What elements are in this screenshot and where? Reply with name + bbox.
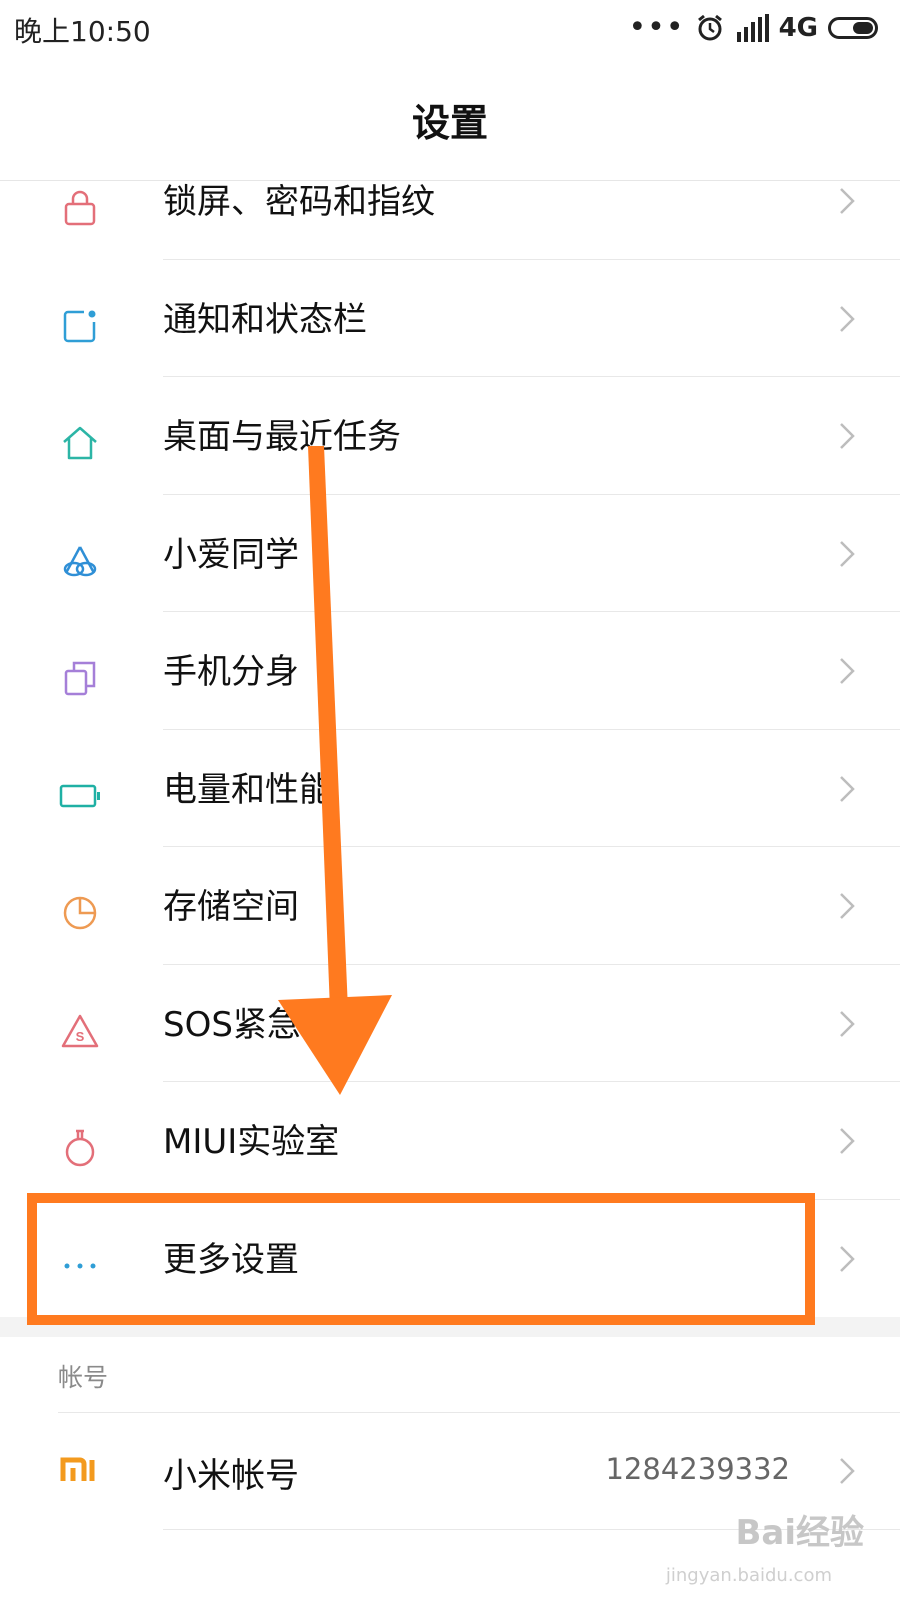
watermark-url: jingyan.baidu.com xyxy=(665,1565,832,1586)
annotation-arrow xyxy=(278,446,392,1095)
watermark: Bai经验 xyxy=(735,1513,864,1553)
annotation-highlight-box xyxy=(27,1193,815,1325)
